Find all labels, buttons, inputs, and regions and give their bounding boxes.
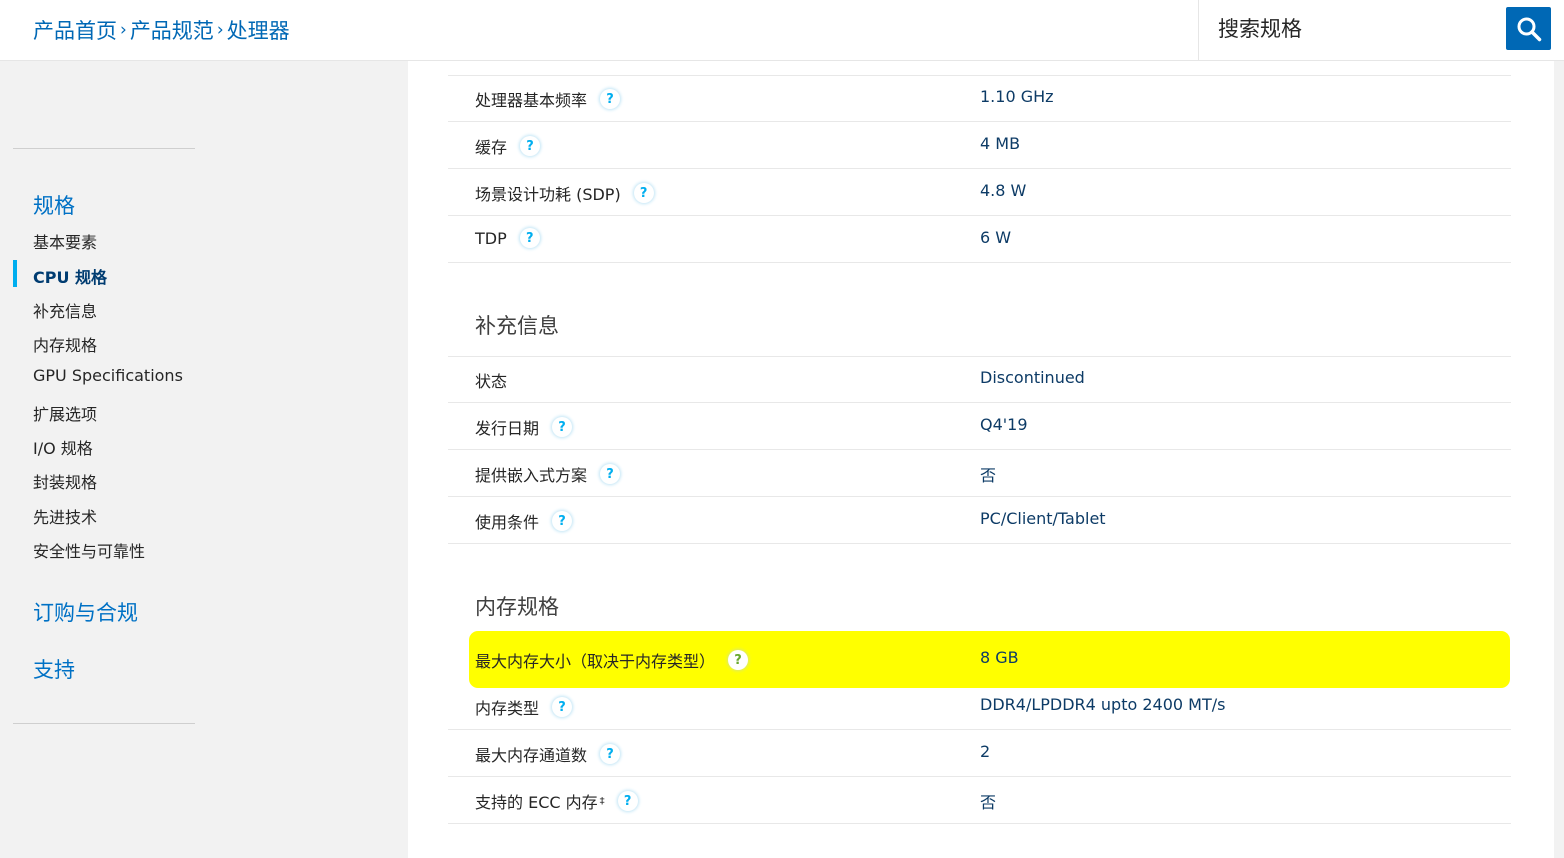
- sidebar-item-memory-specs[interactable]: 内存规格: [33, 332, 97, 356]
- help-icon[interactable]: ?: [728, 650, 749, 670]
- help-icon[interactable]: ?: [600, 89, 621, 109]
- spec-row-tdp: TDP? 6 W: [448, 216, 1511, 263]
- spec-label: 使用条件: [475, 513, 540, 532]
- sidebar-item-essentials[interactable]: 基本要素: [33, 229, 97, 253]
- spec-label: 最大内存大小（取决于内存类型）: [475, 652, 716, 671]
- spec-value: DDR4/LPDDR4 upto 2400 MT/s: [980, 695, 1226, 714]
- spec-value: PC/Client/Tablet: [980, 509, 1106, 528]
- breadcrumb-link-product-specs[interactable]: 产品规范: [130, 15, 214, 45]
- footnote-marker: ‡: [599, 795, 605, 807]
- spec-row-status: 状态 Discontinued: [448, 356, 1511, 403]
- sidebar-heading-support[interactable]: 支持: [33, 654, 75, 684]
- spec-label: 缓存: [475, 138, 508, 157]
- spec-value: 4 MB: [980, 134, 1021, 153]
- help-icon[interactable]: ?: [633, 183, 654, 203]
- sidebar-divider: [13, 723, 195, 724]
- sidebar-item-cpu-specs[interactable]: CPU 规格: [33, 264, 107, 288]
- sidebar-heading-ordering[interactable]: 订购与合规: [33, 597, 138, 627]
- spec-row-base-frequency: 处理器基本频率? 1.10 GHz: [448, 75, 1511, 122]
- spec-row-embedded: 提供嵌入式方案? 否: [448, 450, 1511, 497]
- spec-value: 1.10 GHz: [980, 87, 1054, 106]
- sidebar-item-supplemental[interactable]: 补充信息: [33, 298, 97, 322]
- scrollbar-track[interactable]: [1554, 61, 1564, 858]
- help-icon[interactable]: ?: [552, 511, 573, 531]
- spec-row-launch-date: 发行日期? Q4'19: [448, 403, 1511, 450]
- spec-label: 处理器基本频率: [475, 91, 588, 110]
- breadcrumb: 产品首页 › 产品规范 › 处理器: [33, 15, 290, 45]
- breadcrumb-link-products-home[interactable]: 产品首页: [33, 15, 117, 45]
- spec-label: 提供嵌入式方案: [475, 466, 588, 485]
- spec-row-use-conditions: 使用条件? PC/Client/Tablet: [448, 497, 1511, 544]
- search-divider: [1198, 0, 1199, 61]
- sidebar-item-advanced-tech[interactable]: 先进技术: [33, 504, 97, 528]
- sidebar-item-package-specs[interactable]: 封装规格: [33, 469, 97, 493]
- breadcrumb-separator: ›: [120, 20, 127, 40]
- section-title-memory: 内存规格: [475, 595, 559, 619]
- spec-value: 否: [980, 466, 997, 485]
- sidebar-item-gpu-specs[interactable]: GPU Specifications: [33, 366, 183, 385]
- spec-label: 最大内存通道数: [475, 746, 588, 765]
- spec-row-max-memory-size: 最大内存大小（取决于内存类型）? 8 GB: [448, 636, 1511, 683]
- spec-value: Q4'19: [980, 415, 1028, 434]
- help-icon[interactable]: ?: [552, 697, 573, 717]
- spec-row-cache: 缓存? 4 MB: [448, 122, 1511, 169]
- help-icon[interactable]: ?: [519, 228, 540, 248]
- help-icon[interactable]: ?: [520, 136, 541, 156]
- sidebar: 规格 基本要素 CPU 规格 补充信息 内存规格 GPU Specificati…: [0, 61, 408, 858]
- spec-label: 状态: [475, 372, 508, 391]
- search-button[interactable]: [1506, 7, 1551, 50]
- spec-label: 发行日期: [475, 419, 540, 438]
- spec-row-memory-channels: 最大内存通道数? 2: [448, 730, 1511, 777]
- spec-label: 场景设计功耗 (SDP): [475, 185, 621, 204]
- sidebar-heading-specs[interactable]: 规格: [33, 190, 75, 220]
- spec-value: 4.8 W: [980, 181, 1027, 200]
- breadcrumb-link-processors[interactable]: 处理器: [227, 15, 290, 45]
- search-input[interactable]: [1204, 8, 1500, 50]
- help-icon[interactable]: ?: [552, 417, 573, 437]
- help-icon[interactable]: ?: [600, 464, 621, 484]
- spec-value: 否: [980, 793, 997, 812]
- section-title-supplemental: 补充信息: [475, 314, 559, 338]
- sidebar-active-indicator: [13, 260, 17, 287]
- breadcrumb-separator: ›: [216, 20, 224, 40]
- spec-label: TDP: [475, 228, 507, 248]
- help-icon[interactable]: ?: [600, 744, 621, 764]
- spec-row-memory-types: 内存类型? DDR4/LPDDR4 upto 2400 MT/s: [448, 683, 1511, 730]
- spec-label: 支持的 ECC 内存: [475, 793, 598, 812]
- spec-row-sdp: 场景设计功耗 (SDP)? 4.8 W: [448, 169, 1511, 216]
- sidebar-item-io-specs[interactable]: I/O 规格: [33, 435, 93, 459]
- sidebar-item-security[interactable]: 安全性与可靠性: [33, 538, 145, 562]
- sidebar-item-expansion[interactable]: 扩展选项: [33, 401, 97, 425]
- spec-label: 内存类型: [475, 699, 540, 718]
- spec-row-ecc-memory: 支持的 ECC 内存 ‡? 否: [448, 777, 1511, 824]
- spec-value: 8 GB: [980, 648, 1019, 667]
- spec-value: 6 W: [980, 228, 1012, 247]
- top-header: 产品首页 › 产品规范 › 处理器: [0, 0, 1564, 61]
- spec-value: Discontinued: [980, 368, 1085, 387]
- help-icon[interactable]: ?: [617, 791, 638, 811]
- search-icon: [1517, 17, 1541, 41]
- spec-value: 2: [980, 742, 991, 761]
- sidebar-divider: [13, 148, 195, 149]
